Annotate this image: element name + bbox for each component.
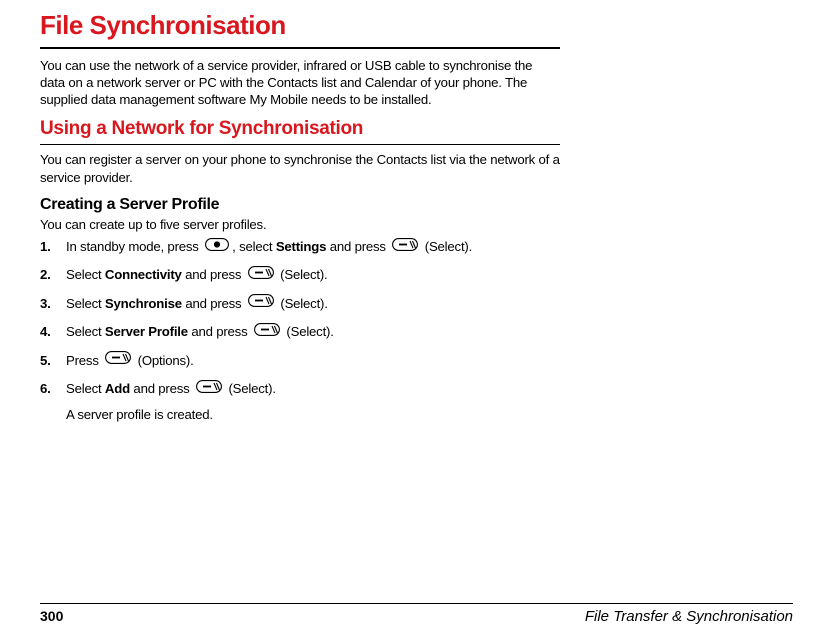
- page-title: File Synchronisation: [40, 10, 560, 41]
- step-number: 4.: [40, 322, 66, 342]
- step-item: 2.Select Connectivity and press (Select)…: [40, 265, 560, 285]
- page-footer: 300 File Transfer & Synchronisation: [40, 603, 793, 625]
- step-number: 1.: [40, 237, 66, 257]
- step-number: 6.: [40, 379, 66, 399]
- step-text: In standby mode, press , select Settings…: [66, 237, 560, 257]
- softkey-icon: [254, 322, 280, 342]
- subsection-paragraph: You can create up to five server profile…: [40, 216, 560, 233]
- softkey-icon: [248, 265, 274, 285]
- intro-paragraph: You can use the network of a service pro…: [40, 57, 560, 108]
- section-footer-label: File Transfer & Synchronisation: [585, 608, 793, 625]
- divider: [40, 144, 560, 145]
- softkey-icon: [105, 350, 131, 370]
- step-item: 5.Press (Options).: [40, 351, 560, 371]
- step-item: 4.Select Server Profile and press (Selec…: [40, 322, 560, 342]
- step-item: 3.Select Synchronise and press (Select).: [40, 294, 560, 314]
- step-text: Select Synchronise and press (Select).: [66, 294, 560, 314]
- result-text: A server profile is created.: [66, 407, 560, 422]
- divider: [40, 47, 560, 49]
- steps-list: 1.In standby mode, press , select Settin…: [40, 237, 560, 399]
- softkey-icon: [392, 237, 418, 257]
- subsection-heading: Creating a Server Profile: [40, 196, 560, 214]
- step-item: 6.Select Add and press (Select).: [40, 379, 560, 399]
- step-number: 3.: [40, 294, 66, 314]
- step-text: Select Connectivity and press (Select).: [66, 265, 560, 285]
- softkey-icon: [248, 293, 274, 313]
- page-number: 300: [40, 608, 63, 625]
- section-heading: Using a Network for Synchronisation: [40, 118, 560, 140]
- section-paragraph: You can register a server on your phone …: [40, 151, 560, 185]
- softkey-icon: [196, 379, 222, 399]
- center-key-icon: [205, 237, 229, 257]
- step-item: 1.In standby mode, press , select Settin…: [40, 237, 560, 257]
- step-text: Press (Options).: [66, 351, 560, 371]
- step-number: 2.: [40, 265, 66, 285]
- step-text: Select Add and press (Select).: [66, 379, 560, 399]
- step-text: Select Server Profile and press (Select)…: [66, 322, 560, 342]
- step-number: 5.: [40, 351, 66, 371]
